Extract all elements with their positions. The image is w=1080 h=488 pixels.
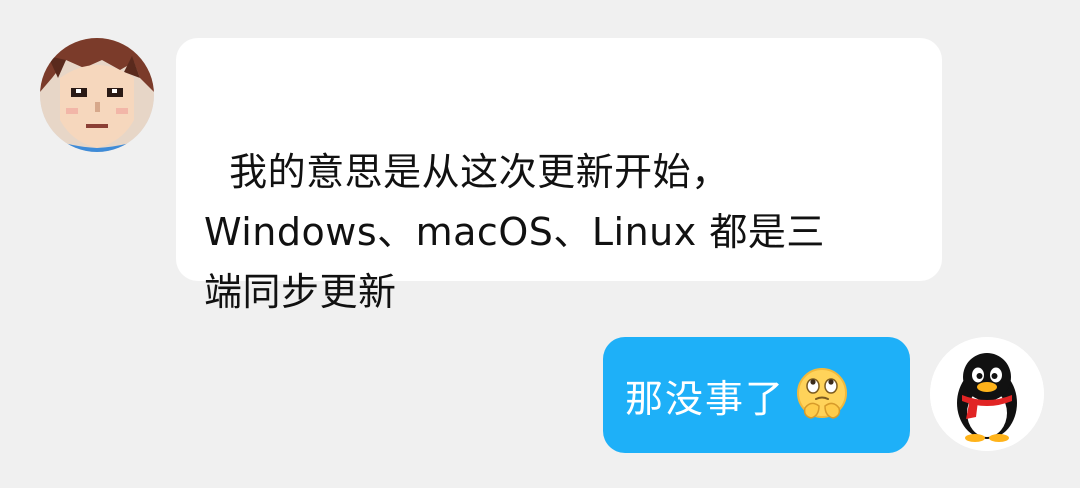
thinking-face-emoji-icon [793, 366, 851, 424]
incoming-message-text: 我的意思是从这次更新开始， Windows、macOS、Linux 都是三 端同… [204, 150, 825, 314]
outgoing-avatar[interactable] [930, 337, 1044, 451]
incoming-avatar[interactable] [40, 38, 154, 152]
anime-boy-avatar-icon [40, 38, 154, 152]
qq-penguin-avatar-icon [930, 337, 1044, 451]
outgoing-message-bubble[interactable]: 那没事了 [603, 337, 910, 453]
incoming-message-bubble[interactable]: 我的意思是从这次更新开始， Windows、macOS、Linux 都是三 端同… [176, 38, 942, 314]
outgoing-message-text: 那没事了 [625, 376, 786, 421]
